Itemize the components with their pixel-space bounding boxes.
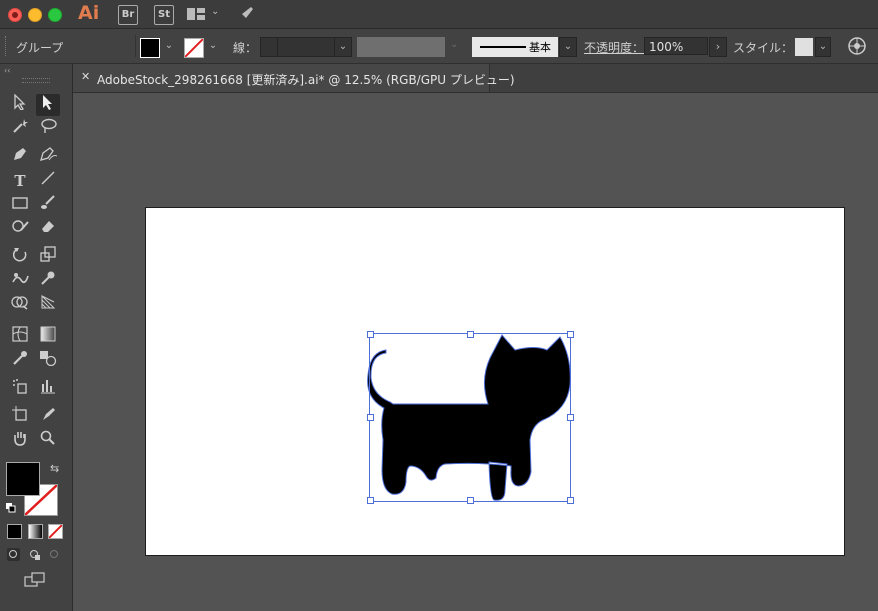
handle-top-left[interactable]	[367, 331, 374, 338]
handle-bottom-left[interactable]	[367, 497, 374, 504]
handle-bottom-center[interactable]	[467, 497, 474, 504]
handle-top-right[interactable]	[567, 331, 574, 338]
selection-bounding-box[interactable]	[369, 333, 571, 502]
handle-middle-right[interactable]	[567, 414, 574, 421]
handle-top-center[interactable]	[467, 331, 474, 338]
handle-bottom-right[interactable]	[567, 497, 574, 504]
canvas-overlay	[367, 334, 571, 501]
handle-middle-left[interactable]	[367, 414, 374, 421]
